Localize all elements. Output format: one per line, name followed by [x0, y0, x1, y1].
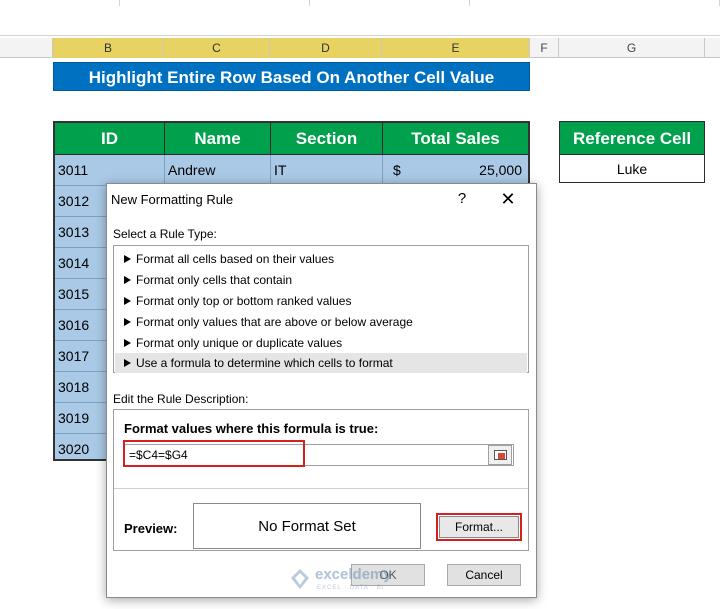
header-section[interactable]: Section [271, 123, 383, 155]
rule-type-item[interactable]: Format only top or bottom ranked values [124, 291, 351, 311]
reference-cell-header[interactable]: Reference Cell [559, 121, 705, 155]
triangle-right-icon [124, 275, 131, 284]
toolbar-segment [0, 0, 120, 6]
preview-box: No Format Set [193, 503, 421, 549]
column-header-f[interactable]: F [530, 38, 559, 58]
triangle-right-icon [124, 317, 131, 326]
column-header-d[interactable]: D [270, 38, 382, 58]
sales-value: 25,000 [479, 162, 522, 178]
triangle-right-icon [124, 358, 131, 367]
triangle-right-icon [124, 296, 131, 305]
title-banner[interactable]: Highlight Entire Row Based On Another Ce… [53, 62, 530, 91]
section-cell[interactable]: IT [271, 155, 383, 185]
new-formatting-rule-dialog: New Formatting Rule ? ✕ Select a Rule Ty… [106, 183, 537, 598]
formula-input[interactable] [124, 444, 514, 466]
help-icon[interactable]: ? [452, 188, 472, 210]
rule-type-label: Format only top or bottom ranked values [136, 294, 352, 308]
header-id[interactable]: ID [55, 123, 165, 155]
rule-type-label: Format all cells based on their values [136, 252, 335, 266]
id-cell[interactable]: 3011 [55, 155, 165, 185]
column-header-g[interactable]: G [559, 38, 705, 58]
rule-type-label: Format only cells that contain [136, 273, 293, 287]
select-rule-type-label: Select a Rule Type: [113, 227, 217, 241]
formula-label: Format values where this formula is true… [124, 421, 379, 436]
dialog-title: New Formatting Rule [111, 192, 234, 207]
close-icon[interactable]: ✕ [495, 188, 521, 210]
preview-label: Preview: [124, 521, 178, 536]
watermark-logo-icon [291, 569, 309, 589]
toolbar-strip [0, 0, 720, 36]
cancel-button[interactable]: Cancel [447, 564, 521, 586]
ok-button[interactable]: OK [351, 564, 425, 586]
reference-cell-value[interactable]: Luke [559, 155, 705, 183]
name-cell[interactable]: Andrew [165, 155, 271, 185]
rule-type-item[interactable]: Format only cells that contain [124, 270, 292, 290]
rule-type-label: Use a formula to determine which cells t… [136, 356, 393, 370]
edit-rule-description-label: Edit the Rule Description: [113, 392, 249, 406]
rule-type-item[interactable]: Format only unique or duplicate values [124, 333, 342, 353]
rule-description-panel: Format values where this formula is true… [113, 409, 529, 551]
collapse-dialog-icon-arrow [498, 453, 505, 459]
format-button[interactable]: Format... [439, 516, 519, 538]
toolbar-segment [310, 0, 470, 6]
rule-type-label: Format only values that are above or bel… [136, 315, 413, 329]
column-header-e[interactable]: E [382, 38, 530, 58]
rule-type-item[interactable]: Format all cells based on their values [124, 249, 334, 269]
column-header-c[interactable]: C [164, 38, 270, 58]
toolbar-segment [120, 0, 310, 6]
rule-type-label: Format only unique or duplicate values [136, 336, 343, 350]
toolbar-segment [470, 0, 720, 6]
column-header-row: B C D E F G [0, 38, 720, 58]
rule-type-list[interactable]: Format all cells based on their values F… [113, 245, 529, 373]
rule-type-item[interactable]: Format only values that are above or bel… [124, 312, 413, 332]
row-header-corner[interactable] [0, 38, 53, 58]
currency-symbol: $ [393, 162, 401, 178]
column-header-b[interactable]: B [53, 38, 164, 58]
total-sales-cell[interactable]: $ 25,000 [383, 155, 528, 185]
panel-divider [114, 488, 528, 489]
triangle-right-icon [124, 338, 131, 347]
collapse-dialog-icon[interactable] [488, 445, 512, 465]
table-row: 3011 Andrew IT $ 25,000 [55, 155, 528, 186]
triangle-right-icon [124, 254, 131, 263]
header-total-sales[interactable]: Total Sales [383, 123, 528, 155]
header-name[interactable]: Name [165, 123, 271, 155]
rule-type-item-selected[interactable]: Use a formula to determine which cells t… [115, 353, 527, 373]
